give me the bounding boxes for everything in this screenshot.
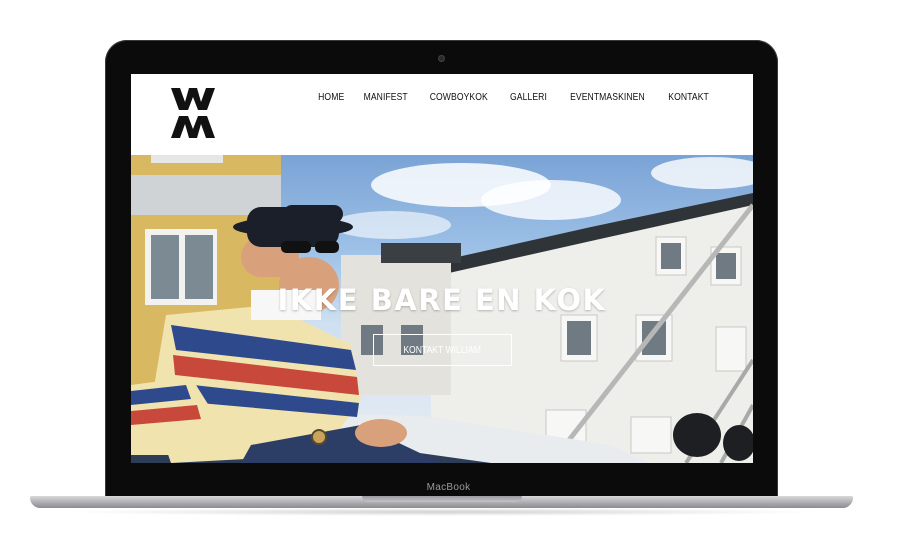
nav-item-galleri[interactable]: GALLERI	[510, 92, 547, 103]
wm-logo[interactable]	[171, 88, 215, 138]
contact-william-button-label: KONTAKT WILLIAM	[403, 344, 482, 356]
hero-section: IKKE BARE EN KOK KONTAKT WILLIAM	[131, 155, 753, 463]
contact-william-button[interactable]: KONTAKT WILLIAM	[373, 334, 512, 366]
nav-item-eventmaskinen[interactable]: EVENTMASKINEN	[570, 92, 645, 103]
laptop-base-notch	[362, 496, 522, 502]
macbook-label: MacBook	[426, 482, 471, 493]
camera-icon	[439, 56, 444, 61]
hero-title: IKKE BARE EN KOK	[277, 283, 607, 317]
nav-item-cowboykok[interactable]: COWBOYKOK	[430, 92, 488, 103]
nav-item-manifest[interactable]: MANIFEST	[364, 92, 408, 103]
laptop-shadow	[60, 508, 823, 516]
site-header: HOME MANIFEST COWBOYKOK GALLERI EVENTMAS…	[131, 74, 753, 155]
nav-item-home[interactable]: HOME	[318, 92, 344, 103]
nav-item-kontakt[interactable]: KONTAKT	[668, 92, 709, 103]
main-nav: HOME MANIFEST COWBOYKOK GALLERI EVENTMAS…	[316, 92, 712, 103]
laptop-screen: HOME MANIFEST COWBOYKOK GALLERI EVENTMAS…	[131, 74, 753, 463]
